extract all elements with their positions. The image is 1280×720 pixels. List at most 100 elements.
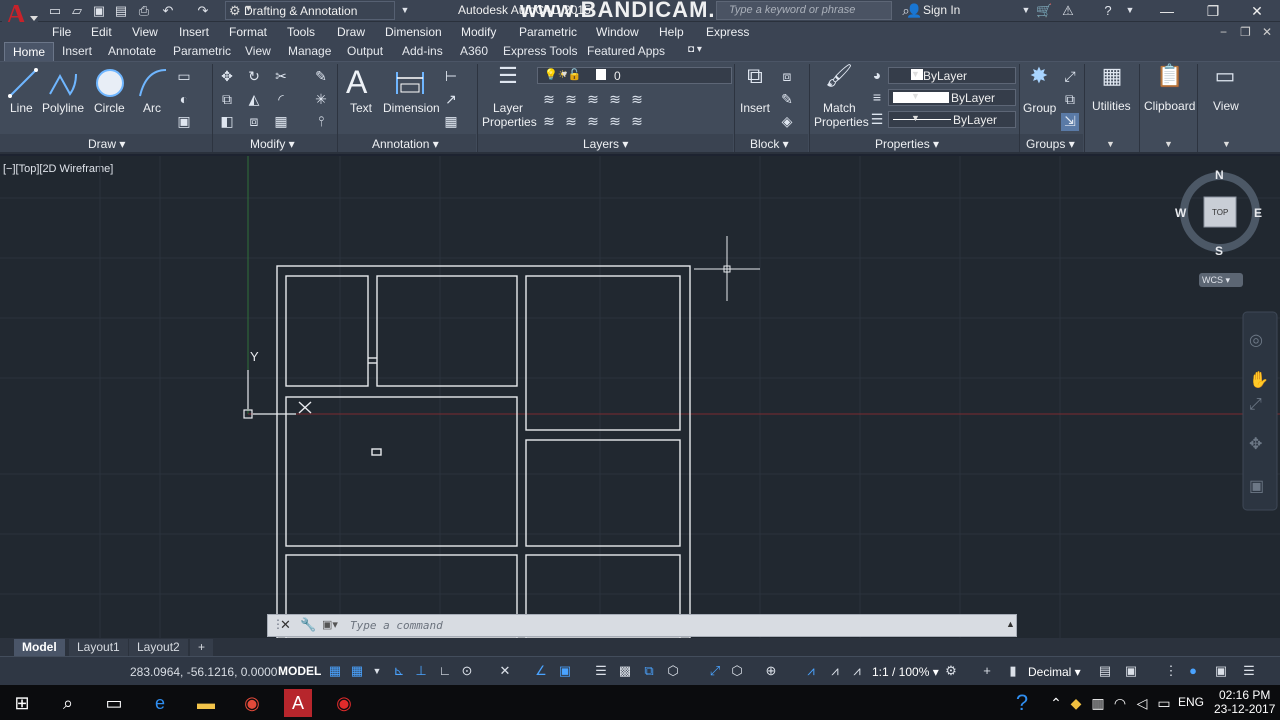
- array-icon[interactable]: ▦: [272, 113, 290, 131]
- menu-edit[interactable]: Edit: [91, 25, 112, 39]
- cart-icon[interactable]: 🛒: [1036, 3, 1052, 18]
- chevron-down-icon[interactable]: ▼: [1222, 139, 1231, 149]
- annotation-scale-dropdown[interactable]: 1:1 / 100% ▾: [872, 665, 939, 679]
- layer-tool-7-icon[interactable]: ≋: [562, 113, 580, 131]
- tab-layout2[interactable]: Layout2: [129, 639, 188, 656]
- close-button[interactable]: ✕: [1234, 0, 1280, 22]
- text-button[interactable]: Text: [350, 101, 372, 115]
- move-icon[interactable]: ✥: [218, 68, 236, 86]
- layers-panel-title[interactable]: Layers ▾: [583, 137, 628, 151]
- layer-properties-label-1[interactable]: Layer: [493, 101, 523, 115]
- layer-properties-icon[interactable]: ☰: [495, 65, 521, 94]
- wrench-icon[interactable]: 🔧: [300, 617, 316, 633]
- layer-tool-3-icon[interactable]: ≋: [584, 91, 602, 109]
- linear-dim-icon[interactable]: ⊢: [442, 68, 460, 86]
- menu-format[interactable]: Format: [229, 25, 267, 39]
- tab-view[interactable]: View: [245, 44, 271, 58]
- maximize-button[interactable]: ❐: [1190, 0, 1236, 22]
- isolate-objects-icon[interactable]: ⋮: [1162, 662, 1180, 680]
- command-line[interactable]: ⋮ ✕ 🔧 ▣▾ Type a command ▲: [267, 614, 1017, 637]
- polar-icon[interactable]: ⊙: [458, 662, 476, 680]
- notifications-icon[interactable]: ▭: [1150, 689, 1178, 717]
- draw-panel-title[interactable]: Draw ▾: [88, 137, 125, 151]
- rectangle-icon[interactable]: ▭: [175, 68, 193, 86]
- layer-tool-5-icon[interactable]: ≋: [628, 91, 646, 109]
- dynamic-ucs-icon[interactable]: ⤢: [706, 662, 724, 680]
- polyline-button[interactable]: Polyline: [42, 101, 84, 115]
- modify-panel-title[interactable]: Modify ▾: [250, 137, 295, 151]
- annotation-panel-title[interactable]: Annotation ▾: [372, 137, 439, 151]
- autocad-taskbar-icon[interactable]: A: [284, 689, 312, 717]
- sign-in-button[interactable]: Sign In: [923, 3, 960, 17]
- menu-draw[interactable]: Draw: [337, 25, 365, 39]
- tab-insert[interactable]: Insert: [62, 44, 92, 58]
- block-attribute-icon[interactable]: ◈: [778, 113, 796, 131]
- ungroup-icon[interactable]: ⤢: [1061, 68, 1079, 86]
- group-selection-icon[interactable]: ⇲: [1061, 113, 1079, 131]
- match-properties-label-2[interactable]: Properties: [814, 115, 869, 129]
- polyline-icon[interactable]: [46, 66, 80, 100]
- snap-icon[interactable]: ▦: [348, 662, 366, 680]
- lineweight-toggle-icon[interactable]: ☰: [592, 662, 610, 680]
- tab-output[interactable]: Output: [347, 44, 383, 58]
- chevron-down-icon[interactable]: ▼: [1018, 3, 1034, 18]
- layer-tool-4-icon[interactable]: ≋: [606, 91, 624, 109]
- menu-window[interactable]: Window: [596, 25, 639, 39]
- color-dropdown[interactable]: ByLayer ▼: [888, 67, 1016, 84]
- edge-browser-icon[interactable]: e: [146, 689, 174, 717]
- windows-start-icon[interactable]: ⊞: [8, 689, 36, 717]
- help-circle-icon[interactable]: ?: [1008, 689, 1036, 717]
- layer-tool-9-icon[interactable]: ≋: [606, 113, 624, 131]
- drawing-canvas[interactable]: [−][Top][2D Wireframe] Y N S E W TOP WCS…: [0, 156, 1280, 638]
- gizmo-icon[interactable]: ⊕: [762, 662, 780, 680]
- selection-filter-icon[interactable]: ⬡: [728, 662, 746, 680]
- menu-dimension[interactable]: Dimension: [385, 25, 442, 39]
- explode-icon[interactable]: ✳: [312, 91, 330, 109]
- system-clock[interactable]: 02:16 PM 23-12-2017: [1214, 688, 1275, 716]
- menu-parametric[interactable]: Parametric: [519, 25, 577, 39]
- isodraft-icon[interactable]: ✕: [496, 662, 514, 680]
- menu-express[interactable]: Express: [706, 25, 749, 39]
- transparency-icon[interactable]: ▩: [616, 662, 634, 680]
- bandicam-taskbar-icon[interactable]: ◉: [330, 689, 358, 717]
- undo-icon[interactable]: ↶: [160, 3, 176, 18]
- doc-close-icon[interactable]: ✕: [1262, 25, 1272, 39]
- new-file-icon[interactable]: ▭: [47, 3, 63, 18]
- tab-layout1[interactable]: Layout1: [69, 639, 128, 656]
- annotation-visibility-icon[interactable]: ⩘: [802, 662, 820, 680]
- tab-manage[interactable]: Manage: [288, 44, 331, 58]
- properties-panel-title[interactable]: Properties ▾: [875, 137, 939, 151]
- annotation-monitor-icon[interactable]: +: [978, 662, 996, 680]
- menu-view[interactable]: View: [132, 25, 158, 39]
- help-icon[interactable]: ?: [1100, 3, 1116, 18]
- zoom-icon[interactable]: ⤢: [1249, 396, 1262, 414]
- chevron-down-icon[interactable]: ▼: [1122, 3, 1138, 18]
- workspace-gear-icon[interactable]: ⚙: [942, 662, 960, 680]
- chevron-down-icon[interactable]: ▼: [1164, 139, 1173, 149]
- tab-express-tools[interactable]: Express Tools: [503, 44, 577, 58]
- language-indicator[interactable]: ENG: [1178, 695, 1204, 709]
- leader-icon[interactable]: ↗: [442, 91, 460, 109]
- quick-properties-icon[interactable]: ▤: [1096, 662, 1114, 680]
- 3d-osnap-icon[interactable]: ⬡: [664, 662, 682, 680]
- exchange-icon[interactable]: ⚠: [1060, 3, 1076, 18]
- search-icon[interactable]: ⌕: [54, 689, 82, 717]
- block-panel-title[interactable]: Block ▾: [750, 137, 789, 151]
- doc-restore-icon[interactable]: ❐: [1240, 25, 1251, 39]
- redo-icon[interactable]: ↷: [195, 3, 211, 18]
- dimension-icon[interactable]: [393, 68, 427, 98]
- group-edit-icon[interactable]: ⧉: [1061, 91, 1079, 109]
- layer-tool-1-icon[interactable]: ≋: [540, 91, 558, 109]
- ortho-icon[interactable]: ∟: [436, 662, 454, 680]
- command-input[interactable]: Type a command: [350, 619, 443, 632]
- clipboard-button[interactable]: Clipboard: [1144, 99, 1195, 113]
- clean-screen-icon[interactable]: ▣: [1212, 662, 1230, 680]
- minimize-button[interactable]: —: [1144, 0, 1190, 22]
- menu-modify[interactable]: Modify: [461, 25, 496, 39]
- line-icon[interactable]: [6, 66, 40, 100]
- clipboard-icon[interactable]: 📋: [1156, 65, 1183, 94]
- plot-icon[interactable]: ⎙: [136, 3, 152, 18]
- compass-east[interactable]: E: [1254, 206, 1262, 220]
- task-view-icon[interactable]: ▭: [100, 689, 128, 717]
- pan-icon[interactable]: ✋: [1249, 370, 1269, 390]
